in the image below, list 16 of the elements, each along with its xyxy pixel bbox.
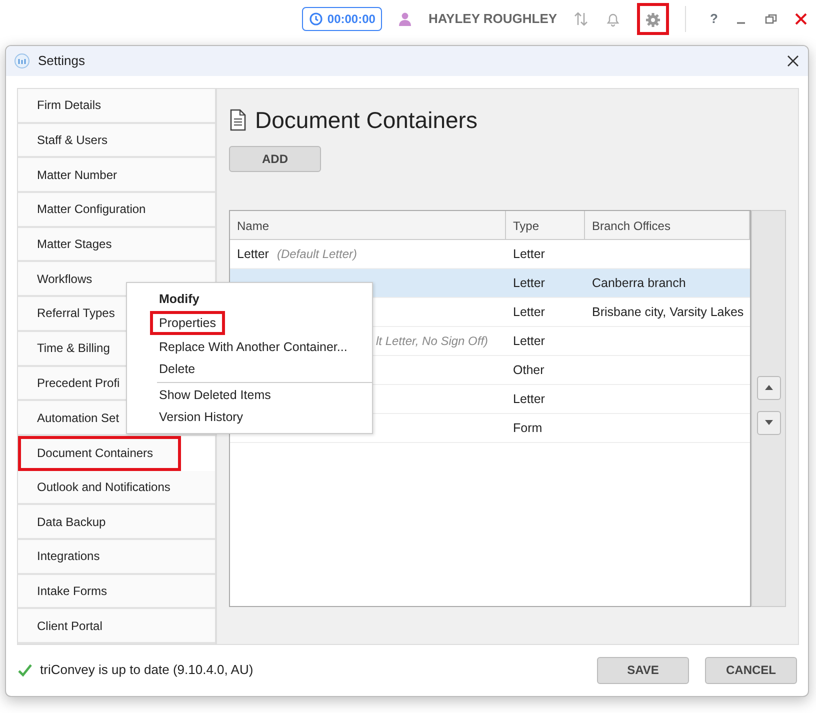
page-heading: Document Containers bbox=[255, 106, 478, 135]
table-cell: Letter bbox=[513, 392, 545, 406]
table-cell: Brisbane city, Varsity Lakes bbox=[592, 304, 744, 318]
user-name: HAYLEY ROUGHLEY bbox=[428, 10, 558, 28]
table-cell: Letter bbox=[237, 246, 269, 260]
status-text: triConvey is up to date (9.10.4.0, AU) bbox=[40, 661, 254, 680]
table-cell: Letter bbox=[513, 334, 545, 348]
table-cell: Letter bbox=[513, 276, 545, 290]
default-note: (Default Letter) bbox=[276, 246, 358, 260]
table-cell: Form bbox=[513, 420, 542, 434]
default-note: lt Letter, No Sign Off) bbox=[376, 334, 488, 348]
table-cell: Letter bbox=[513, 304, 545, 318]
table-cell: Other bbox=[513, 362, 544, 376]
table-cell: Letter bbox=[513, 246, 545, 260]
window-title: Settings bbox=[38, 52, 85, 70]
table-cell: Canberra branch bbox=[592, 276, 686, 290]
